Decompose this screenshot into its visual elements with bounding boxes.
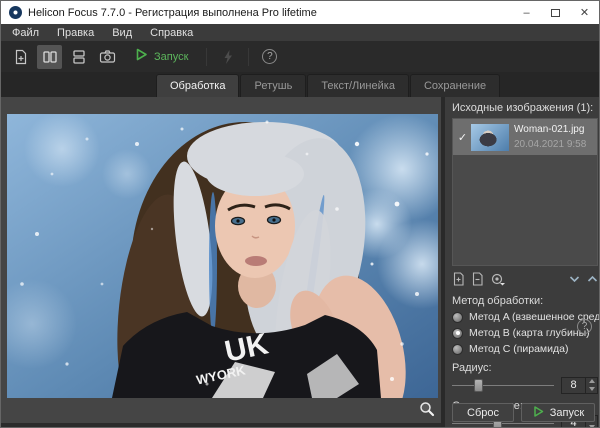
window-title: Helicon Focus 7.7.0 - Регистрация выполн… bbox=[28, 7, 512, 19]
radius-slider-handle[interactable] bbox=[474, 379, 483, 392]
tab-processing[interactable]: Обработка bbox=[156, 74, 239, 97]
add-file-icon bbox=[13, 49, 29, 65]
app-logo-icon bbox=[9, 6, 22, 19]
source-images-title: Исходные изображения (1): bbox=[452, 102, 598, 114]
file-date: 20.04.2021 9:58 bbox=[514, 139, 586, 150]
tab-text-ruler[interactable]: Текст/Линейка bbox=[307, 74, 409, 97]
source-file-list: ✓ Woman-021.jpg 20.04.2021 9:58 bbox=[452, 118, 598, 266]
remove-file-button[interactable] bbox=[471, 272, 484, 286]
toolbar-separator bbox=[248, 48, 249, 66]
file-meta: Woman-021.jpg 20.04.2021 9:58 bbox=[514, 124, 586, 150]
method-b-option[interactable]: Метод B (карта глубины) bbox=[452, 327, 598, 339]
method-a-option[interactable]: Метод A (взвешенное среднее) bbox=[452, 311, 598, 323]
split-vertical-icon bbox=[42, 49, 58, 65]
checkmark-icon[interactable]: ✓ bbox=[456, 131, 469, 144]
radio-icon-checked[interactable] bbox=[452, 328, 463, 339]
radius-value[interactable]: 8 bbox=[562, 378, 586, 393]
file-name: Woman-021.jpg bbox=[514, 124, 586, 135]
run-label: Запуск bbox=[154, 51, 188, 63]
radius-increment-icon[interactable] bbox=[586, 378, 597, 386]
help-icon: ? bbox=[262, 49, 277, 64]
toolbar-separator bbox=[206, 48, 207, 66]
tab-save[interactable]: Сохранение bbox=[410, 74, 500, 97]
file-list-toolbar bbox=[452, 272, 598, 286]
tab-bar: Обработка Ретушь Текст/Линейка Сохранени… bbox=[1, 72, 599, 97]
split-horizontal-button[interactable] bbox=[66, 45, 91, 69]
radius-slider[interactable] bbox=[452, 378, 554, 393]
reset-button[interactable]: Сброс bbox=[452, 403, 514, 422]
action-buttons: Сброс Запуск bbox=[452, 403, 595, 422]
method-help-icon[interactable]: ? bbox=[577, 319, 592, 334]
right-panel: Исходные изображения (1): ✓ Woman-021.jp… bbox=[441, 97, 600, 428]
run-button-toolbar[interactable]: Запуск bbox=[134, 47, 188, 67]
run-button-label: Запуск bbox=[550, 407, 584, 419]
tab-retouch[interactable]: Ретушь bbox=[240, 74, 306, 97]
add-images-button[interactable] bbox=[8, 45, 33, 69]
split-vertical-button[interactable] bbox=[37, 45, 62, 69]
radio-icon[interactable] bbox=[452, 312, 463, 323]
app-window: Helicon Focus 7.7.0 - Регистрация выполн… bbox=[0, 0, 600, 428]
move-down-icon[interactable] bbox=[569, 275, 580, 283]
lightning-icon bbox=[221, 49, 235, 65]
radius-decrement-icon[interactable] bbox=[586, 385, 597, 393]
radius-slider-row: 8 bbox=[452, 377, 598, 393]
minimize-icon[interactable]: – bbox=[512, 1, 541, 24]
image-options-button[interactable] bbox=[490, 272, 506, 286]
quick-render-button[interactable] bbox=[215, 45, 240, 69]
image-viewer: UK WYORK bbox=[1, 97, 441, 423]
radio-icon[interactable] bbox=[452, 344, 463, 355]
file-list-item[interactable]: ✓ Woman-021.jpg 20.04.2021 9:58 bbox=[453, 119, 597, 155]
maximize-icon[interactable] bbox=[541, 1, 570, 24]
radius-spinbox: 8 bbox=[561, 377, 598, 394]
camera-icon bbox=[99, 49, 116, 65]
menu-file[interactable]: Файл bbox=[3, 26, 48, 40]
split-horizontal-icon bbox=[71, 49, 87, 65]
camera-button[interactable] bbox=[95, 45, 120, 69]
smoothing-decrement-icon[interactable] bbox=[586, 423, 597, 428]
radius-label: Радиус: bbox=[452, 362, 598, 374]
title-bar: Helicon Focus 7.7.0 - Регистрация выполн… bbox=[1, 1, 599, 24]
menu-bar: Файл Правка Вид Справка bbox=[1, 24, 599, 41]
play-icon bbox=[134, 47, 149, 67]
photo-preview[interactable]: UK WYORK bbox=[7, 114, 438, 398]
move-up-icon[interactable] bbox=[587, 275, 598, 283]
run-button[interactable]: Запуск bbox=[521, 403, 595, 422]
zoom-magnifier-icon[interactable] bbox=[419, 401, 435, 417]
method-c-option[interactable]: Метод C (пирамида) bbox=[452, 343, 598, 355]
file-thumbnail bbox=[471, 124, 509, 151]
method-title: Метод обработки: bbox=[452, 295, 598, 307]
play-icon bbox=[532, 405, 545, 421]
menu-edit[interactable]: Правка bbox=[48, 26, 103, 40]
help-button[interactable]: ? bbox=[257, 45, 282, 69]
menu-help[interactable]: Справка bbox=[141, 26, 202, 40]
menu-view[interactable]: Вид bbox=[103, 26, 141, 40]
add-file-button[interactable] bbox=[452, 272, 465, 286]
window-controls: – ✕ bbox=[512, 1, 599, 24]
toolbar: Запуск ? bbox=[1, 41, 599, 72]
close-icon[interactable]: ✕ bbox=[570, 1, 599, 24]
